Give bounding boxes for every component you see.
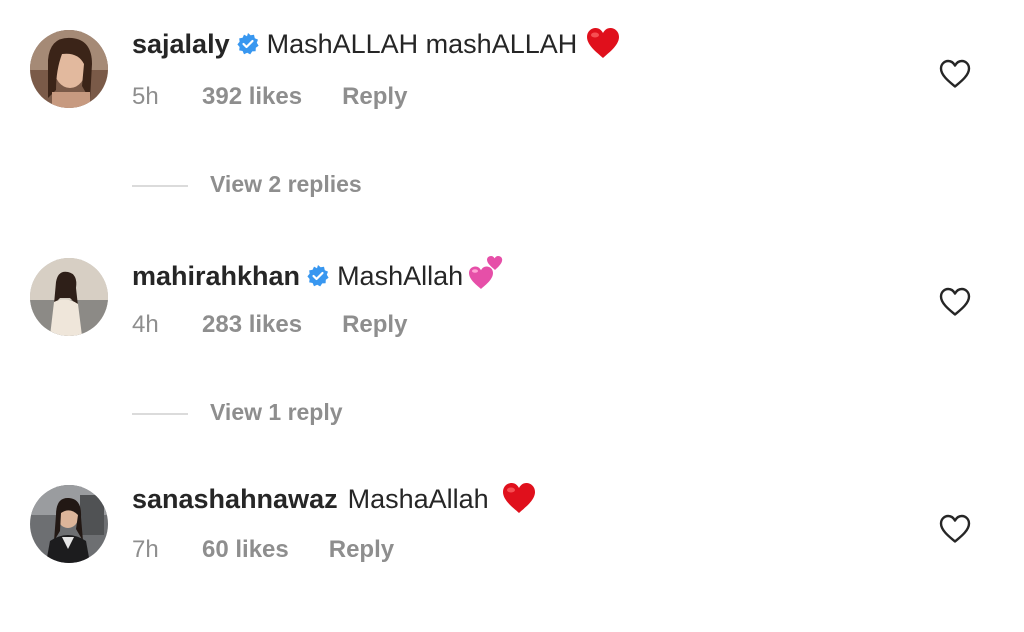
verified-badge-icon (236, 30, 260, 55)
comment-meta: 4h 283 likes Reply (132, 310, 407, 340)
like-heart-icon[interactable] (938, 513, 972, 545)
divider-line (132, 184, 188, 187)
likes-count[interactable]: 392 likes (202, 82, 302, 112)
avatar[interactable] (30, 258, 108, 336)
like-heart-icon[interactable] (938, 286, 972, 318)
reply-button[interactable]: Reply (329, 535, 394, 565)
comment-text: MashALLAH mashALLAH (266, 29, 578, 59)
reply-button[interactable]: Reply (342, 310, 407, 340)
comment-meta: 5h 392 likes Reply (132, 82, 407, 112)
likes-count[interactable]: 60 likes (202, 535, 289, 565)
avatar[interactable] (30, 485, 108, 563)
verified-badge-icon (306, 262, 330, 287)
likes-count[interactable]: 283 likes (202, 310, 302, 340)
timestamp[interactable]: 5h (132, 82, 202, 112)
avatar[interactable] (30, 30, 108, 108)
comment-body: mahirahkhan MashAllah (132, 255, 505, 299)
comment-text: MashaAllah (347, 484, 489, 514)
comment-meta: 7h 60 likes Reply (132, 535, 394, 565)
view-replies-button[interactable]: View 1 reply (132, 397, 343, 427)
username[interactable]: sajalaly (132, 29, 230, 59)
comment-item: sajalaly MashALLAH mashALLAH 5h 392 likes R… (0, 0, 1024, 120)
view-replies-button[interactable]: View 2 replies (132, 169, 362, 199)
view-replies-label: View 1 reply (210, 399, 343, 425)
timestamp[interactable]: 4h (132, 310, 202, 340)
comment-body: sajalaly MashALLAH mashALLAH (132, 27, 621, 67)
reply-button[interactable]: Reply (342, 82, 407, 112)
view-replies-label: View 2 replies (210, 171, 362, 197)
timestamp[interactable]: 7h (132, 535, 202, 565)
two-hearts-icon (467, 255, 505, 299)
comment-text: MashAllah (337, 261, 464, 291)
comment-body: sanashahnawaz MashaAllah (132, 482, 537, 522)
username[interactable]: mahirahkhan (132, 261, 300, 291)
divider-line (132, 412, 188, 415)
comment-item: sanashahnawaz MashaAllah 7h 60 likes Reply (0, 455, 1024, 575)
username[interactable]: sanashahnawaz (132, 484, 338, 514)
like-heart-icon[interactable] (938, 58, 972, 90)
comment-item: mahirahkhan MashAllah 4h 283 likes Reply (0, 228, 1024, 348)
red-heart-icon (501, 482, 537, 522)
red-heart-icon (585, 27, 621, 67)
